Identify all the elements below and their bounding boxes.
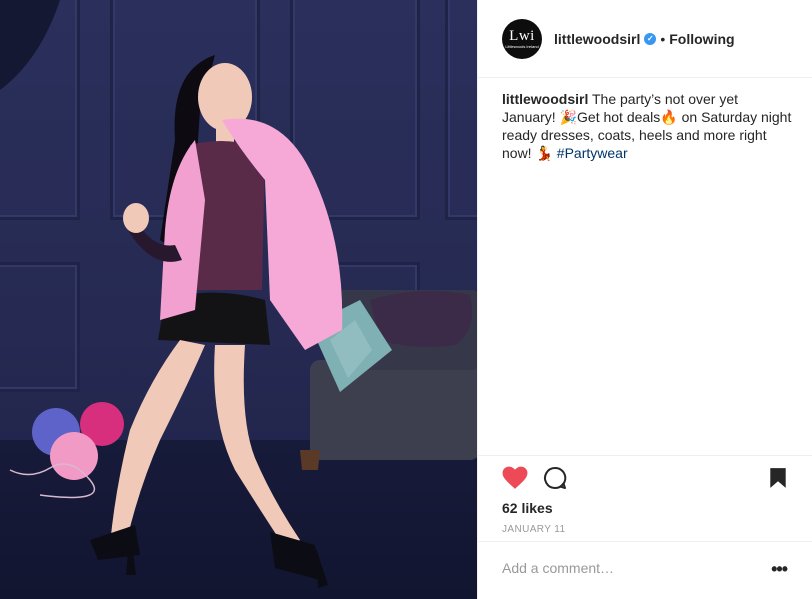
paper-pompom bbox=[50, 432, 98, 480]
heart-icon[interactable] bbox=[502, 466, 528, 490]
hand bbox=[123, 203, 149, 233]
post-header: Lwi Littlewoods Ireland littlewoodsirl ✓… bbox=[478, 0, 812, 78]
post-sidebar: Lwi Littlewoods Ireland littlewoodsirl ✓… bbox=[477, 0, 812, 599]
bookmark-icon[interactable] bbox=[769, 467, 787, 489]
post-date[interactable]: JANUARY 11 bbox=[502, 524, 565, 535]
comment-icon[interactable] bbox=[542, 466, 568, 490]
caption-author-link[interactable]: littlewoodsirl bbox=[502, 91, 588, 107]
more-options-icon[interactable]: ••• bbox=[771, 560, 788, 578]
separator-dot: • bbox=[660, 30, 666, 47]
username-link[interactable]: littlewoodsirl bbox=[554, 31, 640, 47]
add-comment-section: ••• bbox=[478, 541, 812, 599]
avatar-subtext: Littlewoods Ireland bbox=[505, 43, 539, 49]
comment-input[interactable] bbox=[502, 560, 742, 576]
verified-badge-icon: ✓ bbox=[644, 32, 657, 45]
left-leg bbox=[110, 340, 205, 548]
curtain bbox=[0, 0, 60, 90]
right-leg bbox=[214, 345, 300, 548]
avatar-logo: Lwi bbox=[509, 27, 535, 44]
following-button[interactable]: Following bbox=[669, 31, 734, 47]
scene-illustration bbox=[0, 0, 477, 588]
post-photo[interactable] bbox=[0, 0, 477, 599]
caption: littlewoodsirl The party’s not over yet … bbox=[502, 90, 792, 162]
like-count[interactable]: 62 likes bbox=[502, 500, 553, 516]
hashtag-link[interactable]: #Partywear bbox=[557, 145, 628, 161]
avatar[interactable]: Lwi Littlewoods Ireland bbox=[502, 18, 542, 59]
cushion bbox=[370, 291, 473, 347]
